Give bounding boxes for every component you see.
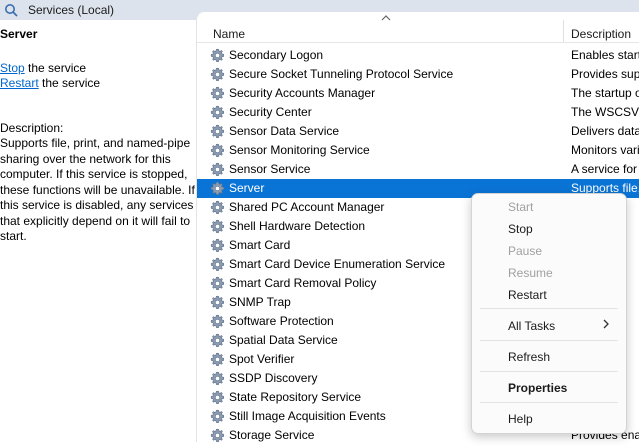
menu-separator <box>480 402 618 403</box>
gear-icon <box>210 276 225 291</box>
column-header-name[interactable]: Name <box>213 27 245 41</box>
restart-action-text: the service <box>38 76 101 90</box>
service-name-cell: Security Center <box>229 105 312 119</box>
service-name-cell: Software Protection <box>229 314 334 328</box>
menu-item-restart[interactable]: Restart <box>508 288 547 302</box>
table-row[interactable]: Sensor Service A service for <box>197 160 639 179</box>
stop-action: Stop the service <box>0 61 86 75</box>
table-row[interactable]: Security Accounts Manager The startup o <box>197 84 639 103</box>
service-name-cell: State Repository Service <box>229 390 362 404</box>
menu-item-all-tasks[interactable]: All Tasks <box>508 319 555 333</box>
service-name-cell: SSDP Discovery <box>229 371 318 385</box>
menu-item-help[interactable]: Help <box>508 412 533 426</box>
table-row[interactable]: Security Center The WSCSVC <box>197 103 639 122</box>
menu-separator <box>480 371 618 372</box>
service-description-cell: Delivers data <box>571 124 639 138</box>
service-name-cell: Sensor Data Service <box>229 124 340 138</box>
gear-icon <box>210 352 225 367</box>
service-description-cell: The startup o <box>571 86 639 100</box>
gear-icon <box>210 143 225 158</box>
gear-icon <box>210 48 225 63</box>
gear-icon <box>210 124 225 139</box>
service-name-cell: Secondary Logon <box>229 48 324 62</box>
gear-icon <box>210 295 225 310</box>
service-detail-pane: Server Stop the service Restart the serv… <box>0 20 196 442</box>
gear-icon <box>210 162 225 177</box>
service-name-cell: SNMP Trap <box>229 295 291 309</box>
window-title: Services (Local) <box>28 3 115 17</box>
service-name-cell: Security Accounts Manager <box>229 86 376 100</box>
search-icon <box>5 4 18 17</box>
service-name-cell: Sensor Monitoring Service <box>229 143 370 157</box>
gear-icon <box>210 219 225 234</box>
gear-icon <box>210 409 225 424</box>
gear-icon <box>210 371 225 386</box>
menu-item-start: Start <box>508 200 534 214</box>
service-name-cell: Shell Hardware Detection <box>229 219 366 233</box>
menu-item-stop[interactable]: Stop <box>508 222 533 236</box>
service-name-cell: Still Image Acquisition Events <box>229 409 386 423</box>
gear-icon <box>210 314 225 329</box>
gear-icon <box>210 67 225 82</box>
column-header-description[interactable]: Description <box>571 27 631 41</box>
service-name-cell: Smart Card <box>229 238 291 252</box>
stop-action-text: the service <box>24 61 87 75</box>
table-row[interactable]: Secondary Logon Enables starti <box>197 46 639 65</box>
gear-icon <box>210 257 225 272</box>
service-name-cell: Spatial Data Service <box>229 333 338 347</box>
stop-service-link[interactable]: Stop <box>0 61 25 75</box>
menu-separator <box>480 308 618 309</box>
menu-item-refresh[interactable]: Refresh <box>508 350 550 364</box>
service-description-cell: Monitors vari <box>571 143 639 157</box>
service-name-cell: Shared PC Account Manager <box>229 200 385 214</box>
list-header: Name Description <box>197 12 639 43</box>
service-name-cell: Spot Verifier <box>229 352 295 366</box>
chevron-up-icon <box>381 15 391 21</box>
table-row[interactable]: Sensor Monitoring Service Monitors vari <box>197 141 639 160</box>
gear-icon <box>210 390 225 405</box>
service-name-cell: Smart Card Removal Policy <box>229 276 377 290</box>
gear-icon <box>210 200 225 215</box>
description-label: Description: <box>0 121 64 135</box>
chevron-right-icon <box>603 319 609 329</box>
table-row[interactable]: Sensor Data Service Delivers data <box>197 122 639 141</box>
service-name-heading: Server <box>0 27 38 41</box>
gear-icon <box>210 105 225 120</box>
gear-icon <box>210 428 225 443</box>
gear-icon <box>210 181 225 196</box>
service-name-cell: Storage Service <box>229 428 315 442</box>
gear-icon <box>210 333 225 348</box>
service-name-cell: Smart Card Device Enumeration Service <box>229 257 446 271</box>
gear-icon <box>210 238 225 253</box>
gear-icon <box>210 86 225 101</box>
description-text: Supports file, print, and named-pipe sha… <box>0 136 195 243</box>
menu-separator <box>480 340 618 341</box>
restart-service-link[interactable]: Restart <box>0 76 39 90</box>
menu-item-pause: Pause <box>508 244 543 258</box>
menu-item-properties[interactable]: Properties <box>508 381 567 395</box>
menu-item-resume: Resume <box>508 266 553 280</box>
service-description-cell: Enables starti <box>571 48 639 62</box>
table-row[interactable]: Secure Socket Tunneling Protocol Service… <box>197 65 639 84</box>
service-description-cell: A service for <box>571 162 638 176</box>
context-menu: Start Stop Pause Resume Restart All Task… <box>471 193 627 434</box>
service-name-cell: Secure Socket Tunneling Protocol Service <box>229 67 454 81</box>
service-description-cell: Provides supp <box>571 67 639 81</box>
column-divider[interactable] <box>563 20 564 42</box>
service-description-cell: The WSCSVC <box>571 105 639 119</box>
restart-action: Restart the service <box>0 76 100 90</box>
service-name-cell: Sensor Service <box>229 162 311 176</box>
service-name-cell: Server <box>229 181 265 195</box>
